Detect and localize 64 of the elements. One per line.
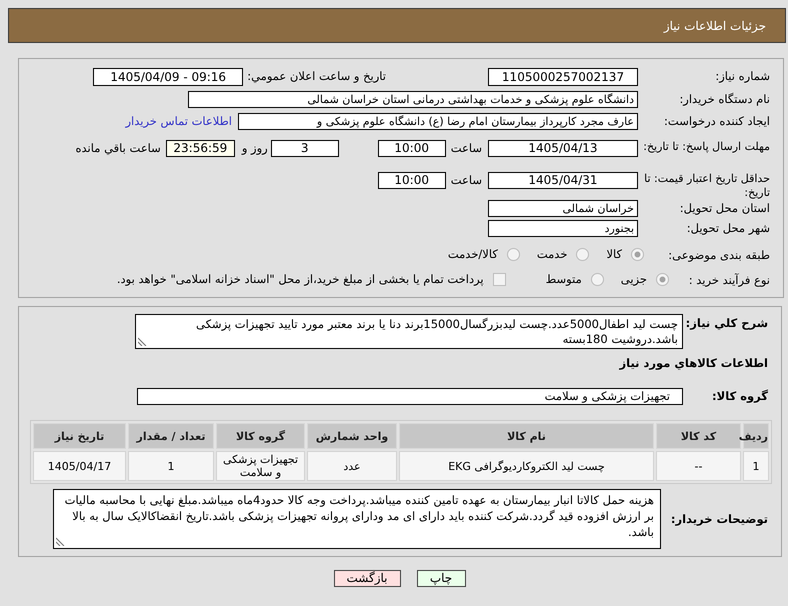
radio-label: کالا/خدمت <box>448 247 498 262</box>
radio-button[interactable] <box>576 248 590 261</box>
column-header: تاریخ نیاز <box>33 423 126 449</box>
resize-grip-icon[interactable] <box>138 337 147 346</box>
days-field[interactable]: 3 <box>270 140 339 157</box>
page-title: جزئیات اطلاعات نیاز <box>664 18 766 32</box>
checkbox[interactable] <box>492 273 506 286</box>
field-label: شرح کلي نياز: <box>684 315 768 332</box>
field-label: شماره نیاز: <box>714 68 770 85</box>
field-label: توضیحات خریدار: <box>670 510 768 528</box>
buyer-notes-field[interactable]: هزینه حمل کالاتا انبار بیمارستان به عهده تامین کننده میباشد.پرداخت وجه کالا حدود4ماه میباشد.مبلغ نهایی با محاسبه مالیات بر ارزش افزوده قید گردد.شرکت کننده باید دارای ای مد ودارای پروانه تجهیزات پزشکی باشد.تاریخ انقضاکالایک سال به بالا باشد. <box>53 489 661 549</box>
field-label: نام دستگاه خریدار: <box>678 91 770 108</box>
need-number-field[interactable]: 1105000257002137 <box>488 68 638 86</box>
validity-time-field[interactable]: 10:00 <box>378 172 446 189</box>
radio-label: کالا <box>606 247 622 262</box>
field-label: گروه کالا: <box>711 388 768 405</box>
deadline-time-field[interactable]: 10:00 <box>378 140 446 157</box>
radio-button[interactable] <box>506 248 520 261</box>
days-label: روز و <box>242 140 268 157</box>
buyer-contact-link[interactable]: اطلاعات تماس خریدار <box>125 113 232 130</box>
column-header: گروه کالا <box>216 423 305 449</box>
radio-button[interactable] <box>631 248 644 261</box>
field-label: شهر محل تحویل: <box>686 220 770 237</box>
radio-button[interactable] <box>656 273 669 286</box>
buyer-org-field[interactable]: دانشگاه علوم پزشکی و خدمات بهداشتی درمانی استان خراسان شمالی <box>188 91 638 108</box>
radio-button[interactable] <box>590 273 604 286</box>
remaining-time-field[interactable]: 23:56:59 <box>166 140 235 157</box>
radio-label: جزیی <box>620 272 647 287</box>
description-field[interactable]: چست لید اطفال5000عدد.چست لیدبزرگسال15000برند دنا یا برند معتبر مورد تایید تجهیزات پزشکی باشد.دروشیت 180بسته <box>135 314 683 349</box>
table-cell: چست لید الکتروکاردیوگرافی EKG <box>399 451 654 481</box>
goods-group-field[interactable]: تجهیزات پزشکی و سلامت <box>137 388 683 405</box>
field-label: ایجاد کننده درخواست: <box>663 113 770 130</box>
field-label: نوع فرآیند خرید : <box>688 272 770 289</box>
column-header: واحد شمارش <box>307 423 397 449</box>
deadline-date-field[interactable]: 1405/04/13 <box>488 140 638 157</box>
requester-field[interactable]: عارف مجرد کارپرداز بیمارستان امام رضا (ع) دانشگاه علوم پزشکی و <box>238 113 638 130</box>
remaining-label: ساعت باقي مانده <box>76 140 161 157</box>
city-field[interactable]: بجنورد <box>488 220 638 237</box>
radio-label: خدمت <box>536 247 568 262</box>
table-cell: -- <box>656 451 741 481</box>
table-cell: 1405/04/17 <box>33 451 126 481</box>
table-cell: 1 <box>128 451 214 481</box>
checkbox-label: پرداخت تمام یا بخشی از مبلغ خرید،از محل "اسناد خزانه اسلامی" خواهد بود. <box>116 272 484 287</box>
time-label: ساعت <box>450 140 482 157</box>
print-button[interactable]: چاپ <box>416 570 466 587</box>
section-heading: اطلاعات کالاهاي مورد نياز <box>618 356 768 371</box>
table-cell: تجهیزات پزشکی و سلامت <box>216 451 305 481</box>
radio-label: متوسط <box>546 272 582 287</box>
field-label: حداقل تاریخ اعتبار قیمت: تا تاریخ: <box>643 172 770 200</box>
announce-date-field[interactable]: 1405/04/09 - 09:16 <box>93 68 244 86</box>
column-header: نام کالا <box>399 423 654 449</box>
field-label: تاریخ و ساعت اعلان عمومي: <box>247 68 386 85</box>
table-cell: عدد <box>307 451 397 481</box>
table-cell: 1 <box>743 451 769 481</box>
field-label: مهلت ارسال پاسخ: تا تاریخ: <box>642 140 770 154</box>
province-field[interactable]: خراسان شمالی <box>488 200 638 217</box>
validity-date-field[interactable]: 1405/04/31 <box>488 172 638 189</box>
resize-grip-icon[interactable] <box>56 537 65 546</box>
field-label: طبقه بندی موضوعی: <box>667 247 770 264</box>
column-header: کد کالا <box>656 423 741 449</box>
column-header: تعداد / مقدار <box>128 423 214 449</box>
back-button[interactable]: بازگشت <box>334 570 400 587</box>
time-label: ساعت <box>450 172 482 189</box>
field-label: استان محل تحویل: <box>678 200 770 217</box>
